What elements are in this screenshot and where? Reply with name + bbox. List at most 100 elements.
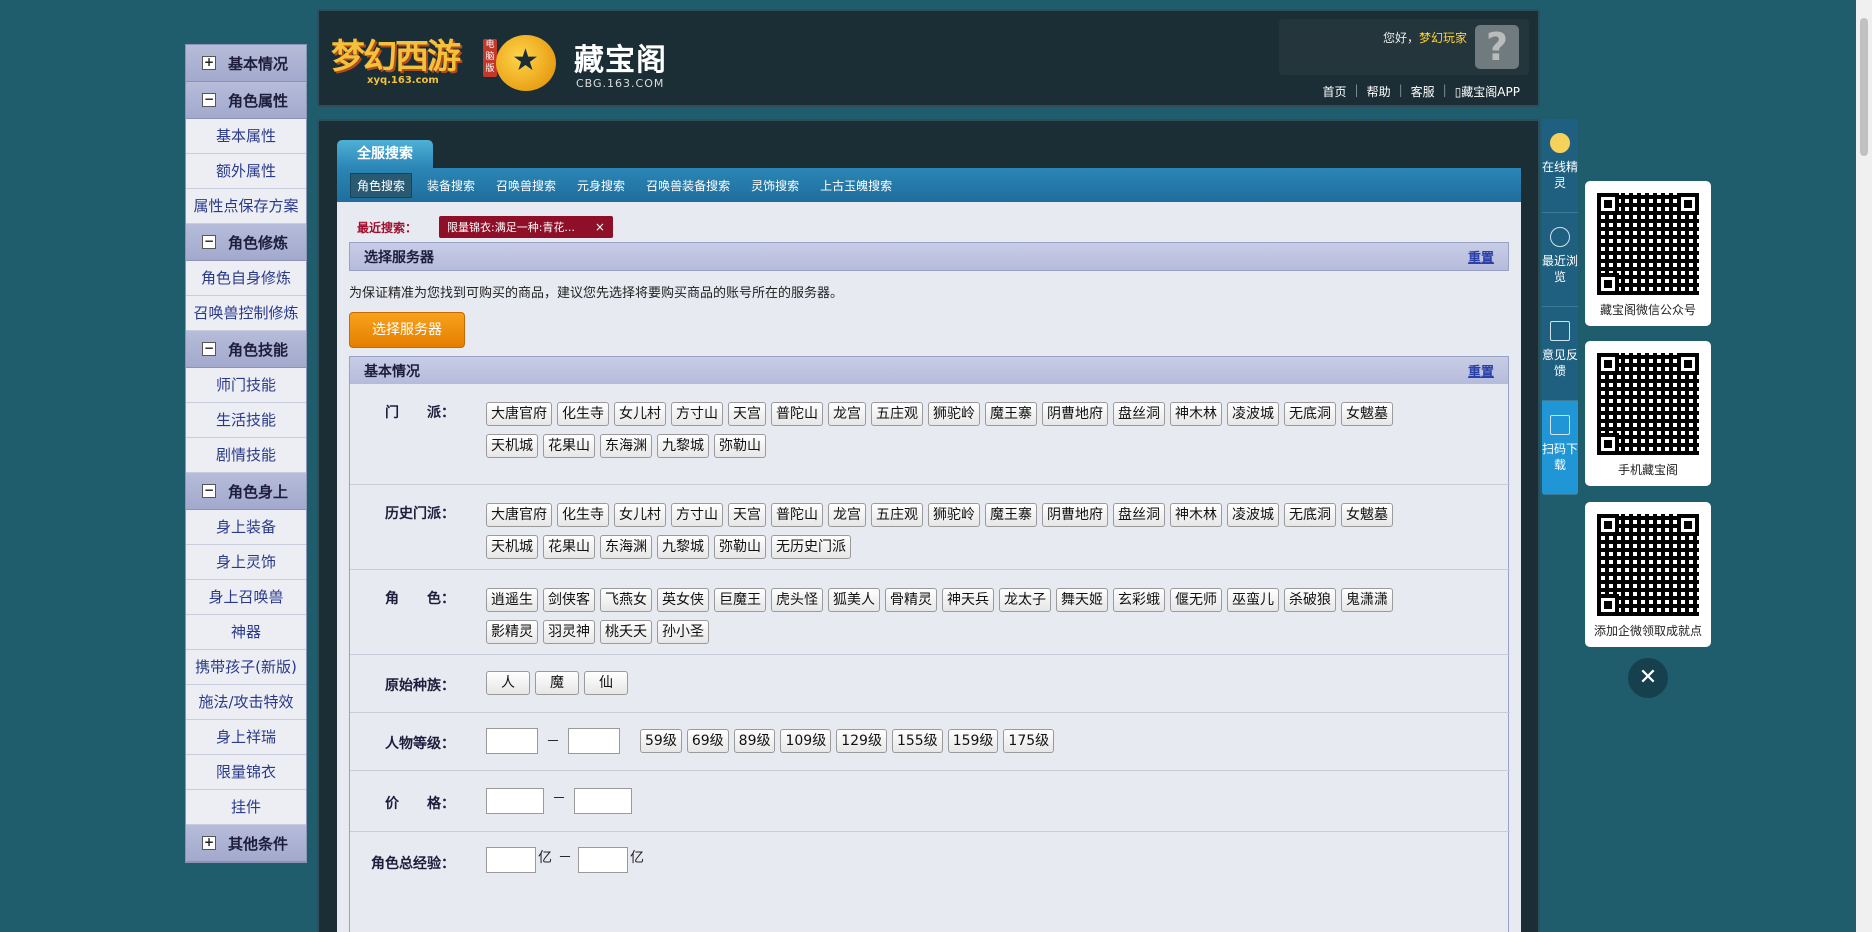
option-button[interactable]: 东海渊 [600, 535, 652, 559]
sidebar-item[interactable]: 身上灵饰 [186, 545, 306, 580]
option-button[interactable]: 无底洞 [1284, 402, 1336, 426]
option-button[interactable]: 剑侠客 [543, 588, 595, 612]
online-assistant-button[interactable]: 在线精灵 [1542, 119, 1578, 213]
subtab[interactable]: 角色搜索 [350, 172, 413, 198]
option-button[interactable]: 弥勒山 [714, 434, 766, 458]
option-button[interactable]: 化生寺 [557, 503, 609, 527]
tab-all-server-search[interactable]: 全服搜索 [337, 140, 433, 168]
option-button[interactable]: 129级 [836, 729, 887, 753]
sidebar-item[interactable]: 神器 [186, 615, 306, 650]
option-button[interactable]: 花果山 [543, 535, 595, 559]
option-button[interactable]: 虎头怪 [771, 588, 823, 612]
sidebar-item[interactable]: 角色自身修炼 [186, 261, 306, 296]
option-button[interactable]: 大唐官府 [486, 503, 552, 527]
option-button[interactable]: 五庄观 [871, 402, 923, 426]
option-button[interactable]: 桃夭夭 [600, 620, 652, 644]
option-button[interactable]: 巫蛮儿 [1227, 588, 1279, 612]
option-button[interactable]: 盘丝洞 [1113, 402, 1165, 426]
option-button[interactable]: 逍遥生 [486, 588, 538, 612]
price-min-input[interactable] [486, 788, 544, 814]
option-button[interactable]: 孙小圣 [657, 620, 709, 644]
sidebar-item[interactable]: 限量锦衣 [186, 755, 306, 790]
option-button[interactable]: 飞燕女 [600, 588, 652, 612]
option-button[interactable]: 魔王寨 [985, 503, 1037, 527]
option-button[interactable]: 影精灵 [486, 620, 538, 644]
option-button[interactable]: 天宫 [728, 402, 766, 426]
server-reset-link[interactable]: 重置 [1468, 247, 1494, 266]
sidebar-item[interactable]: 身上装备 [186, 510, 306, 545]
option-button[interactable]: 弥勒山 [714, 535, 766, 559]
option-button[interactable]: 109级 [780, 729, 832, 753]
option-button[interactable]: 仙 [584, 671, 628, 695]
option-button[interactable]: 天宫 [728, 503, 766, 527]
option-button[interactable]: 69级 [686, 729, 729, 753]
link-service[interactable]: 客服 [1411, 83, 1435, 100]
scan-download-button[interactable]: 扫码下载 [1542, 401, 1578, 495]
option-button[interactable]: 方寸山 [671, 402, 723, 426]
option-button[interactable]: 89级 [733, 729, 776, 753]
option-button[interactable]: 普陀山 [771, 402, 823, 426]
option-button[interactable]: 175级 [1003, 729, 1055, 753]
recent-browse-button[interactable]: 最近浏览 [1542, 213, 1578, 307]
option-button[interactable]: 花果山 [543, 434, 595, 458]
sidebar-group[interactable]: + 基本情况 [186, 45, 306, 82]
close-icon[interactable]: × [595, 220, 605, 234]
sidebar-item[interactable]: 额外属性 [186, 154, 306, 189]
sidebar-item[interactable]: 召唤兽控制修炼 [186, 296, 306, 331]
option-button[interactable]: 化生寺 [557, 402, 609, 426]
sidebar-item[interactable]: 属性点保存方案 [186, 189, 306, 224]
option-button[interactable]: 女儿村 [614, 503, 666, 527]
option-button[interactable]: 大唐官府 [486, 402, 552, 426]
option-button[interactable]: 无历史门派 [771, 535, 851, 559]
scrollbar-thumb[interactable] [1860, 18, 1868, 156]
option-button[interactable]: 巨魔王 [714, 588, 766, 612]
option-button[interactable]: 阴曹地府 [1042, 503, 1108, 527]
link-help[interactable]: 帮助 [1367, 83, 1391, 100]
option-button[interactable]: 神木林 [1170, 402, 1222, 426]
option-button[interactable]: 九黎城 [657, 434, 709, 458]
option-button[interactable]: 59级 [640, 729, 682, 753]
option-button[interactable]: 天机城 [486, 535, 538, 559]
option-button[interactable]: 盘丝洞 [1113, 503, 1165, 527]
exp-max-input[interactable] [578, 847, 628, 873]
cbg-logo[interactable]: 藏宝阁 CBG.163.COM [496, 29, 671, 91]
option-button[interactable]: 神木林 [1170, 503, 1222, 527]
option-button[interactable]: 魔王寨 [985, 402, 1037, 426]
subtab[interactable]: 召唤兽装备搜索 [640, 174, 736, 197]
option-button[interactable]: 偃无师 [1170, 588, 1222, 612]
username-link[interactable]: 梦幻玩家 [1419, 31, 1467, 45]
option-button[interactable]: 杀破狼 [1284, 588, 1336, 612]
option-button[interactable]: 舞天姬 [1056, 588, 1108, 612]
option-button[interactable]: 骨精灵 [885, 588, 937, 612]
sidebar-item[interactable]: 身上召唤兽 [186, 580, 306, 615]
sidebar-item[interactable]: 剧情技能 [186, 438, 306, 473]
option-button[interactable]: 狐美人 [828, 588, 880, 612]
option-button[interactable]: 龙宫 [828, 503, 866, 527]
option-button[interactable]: 凌波城 [1227, 503, 1279, 527]
exp-min-input[interactable] [486, 847, 536, 873]
sidebar-item[interactable]: 携带孩子(新版) [186, 650, 306, 685]
option-button[interactable]: 狮驼岭 [928, 503, 980, 527]
link-home[interactable]: 首页 [1323, 83, 1347, 100]
option-button[interactable]: 五庄观 [871, 503, 923, 527]
option-button[interactable]: 人 [486, 671, 530, 695]
option-button[interactable]: 玄彩蛾 [1113, 588, 1165, 612]
option-button[interactable]: 普陀山 [771, 503, 823, 527]
option-button[interactable]: 女儿村 [614, 402, 666, 426]
sidebar-group[interactable]: − 角色技能 [186, 331, 306, 368]
sidebar-item[interactable]: 挂件 [186, 790, 306, 825]
option-button[interactable]: 魔 [535, 671, 579, 695]
page-scrollbar[interactable] [1856, 0, 1872, 932]
option-button[interactable]: 凌波城 [1227, 402, 1279, 426]
recent-search-chip[interactable]: 限量锦衣:满足一种:青花... × [439, 216, 613, 238]
option-button[interactable]: 东海渊 [600, 434, 652, 458]
sidebar-item[interactable]: 基本属性 [186, 119, 306, 154]
option-button[interactable]: 羽灵神 [543, 620, 595, 644]
option-button[interactable]: 鬼潇潇 [1341, 588, 1393, 612]
option-button[interactable]: 155级 [891, 729, 943, 753]
subtab[interactable]: 装备搜索 [421, 174, 481, 197]
option-button[interactable]: 龙宫 [828, 402, 866, 426]
sidebar-item[interactable]: 施法/攻击特效 [186, 685, 306, 720]
sidebar-item[interactable]: 生活技能 [186, 403, 306, 438]
option-button[interactable]: 九黎城 [657, 535, 709, 559]
